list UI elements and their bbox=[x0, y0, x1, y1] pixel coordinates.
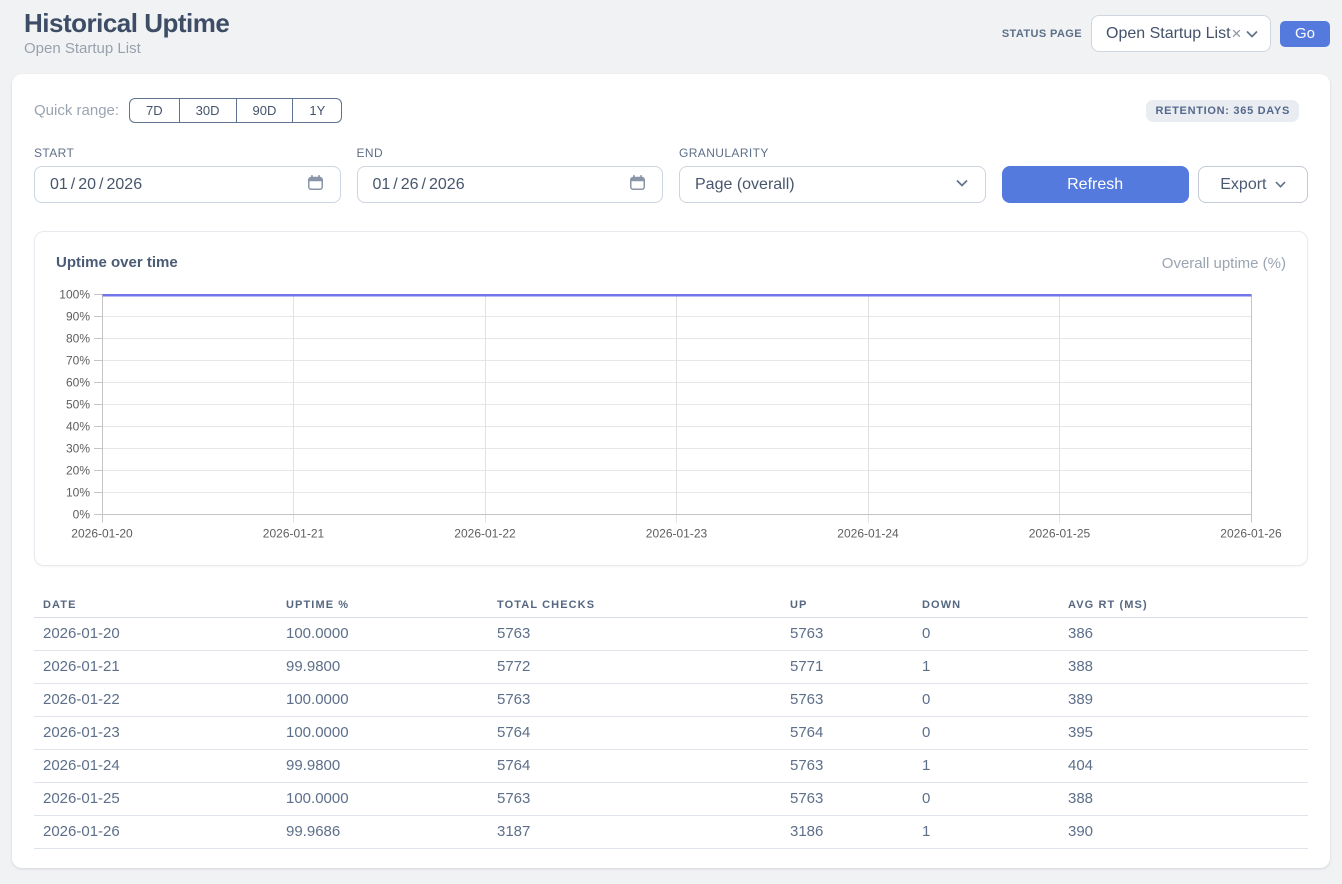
svg-text:2026-01-24: 2026-01-24 bbox=[837, 527, 899, 541]
svg-text:2026-01-23: 2026-01-23 bbox=[646, 527, 708, 541]
svg-text:80%: 80% bbox=[66, 332, 90, 346]
svg-text:2026-01-26: 2026-01-26 bbox=[1220, 527, 1282, 541]
svg-text:90%: 90% bbox=[66, 310, 90, 324]
svg-text:50%: 50% bbox=[66, 398, 90, 412]
svg-text:10%: 10% bbox=[66, 486, 90, 500]
svg-text:2026-01-21: 2026-01-21 bbox=[263, 527, 325, 541]
svg-text:0%: 0% bbox=[73, 508, 91, 522]
svg-text:20%: 20% bbox=[66, 464, 90, 478]
svg-text:2026-01-25: 2026-01-25 bbox=[1029, 527, 1091, 541]
svg-text:2026-01-22: 2026-01-22 bbox=[454, 527, 516, 541]
svg-text:40%: 40% bbox=[66, 420, 90, 434]
svg-text:70%: 70% bbox=[66, 354, 90, 368]
svg-text:30%: 30% bbox=[66, 442, 90, 456]
svg-text:2026-01-20: 2026-01-20 bbox=[71, 527, 133, 541]
svg-text:60%: 60% bbox=[66, 376, 90, 390]
svg-text:100%: 100% bbox=[59, 288, 90, 302]
